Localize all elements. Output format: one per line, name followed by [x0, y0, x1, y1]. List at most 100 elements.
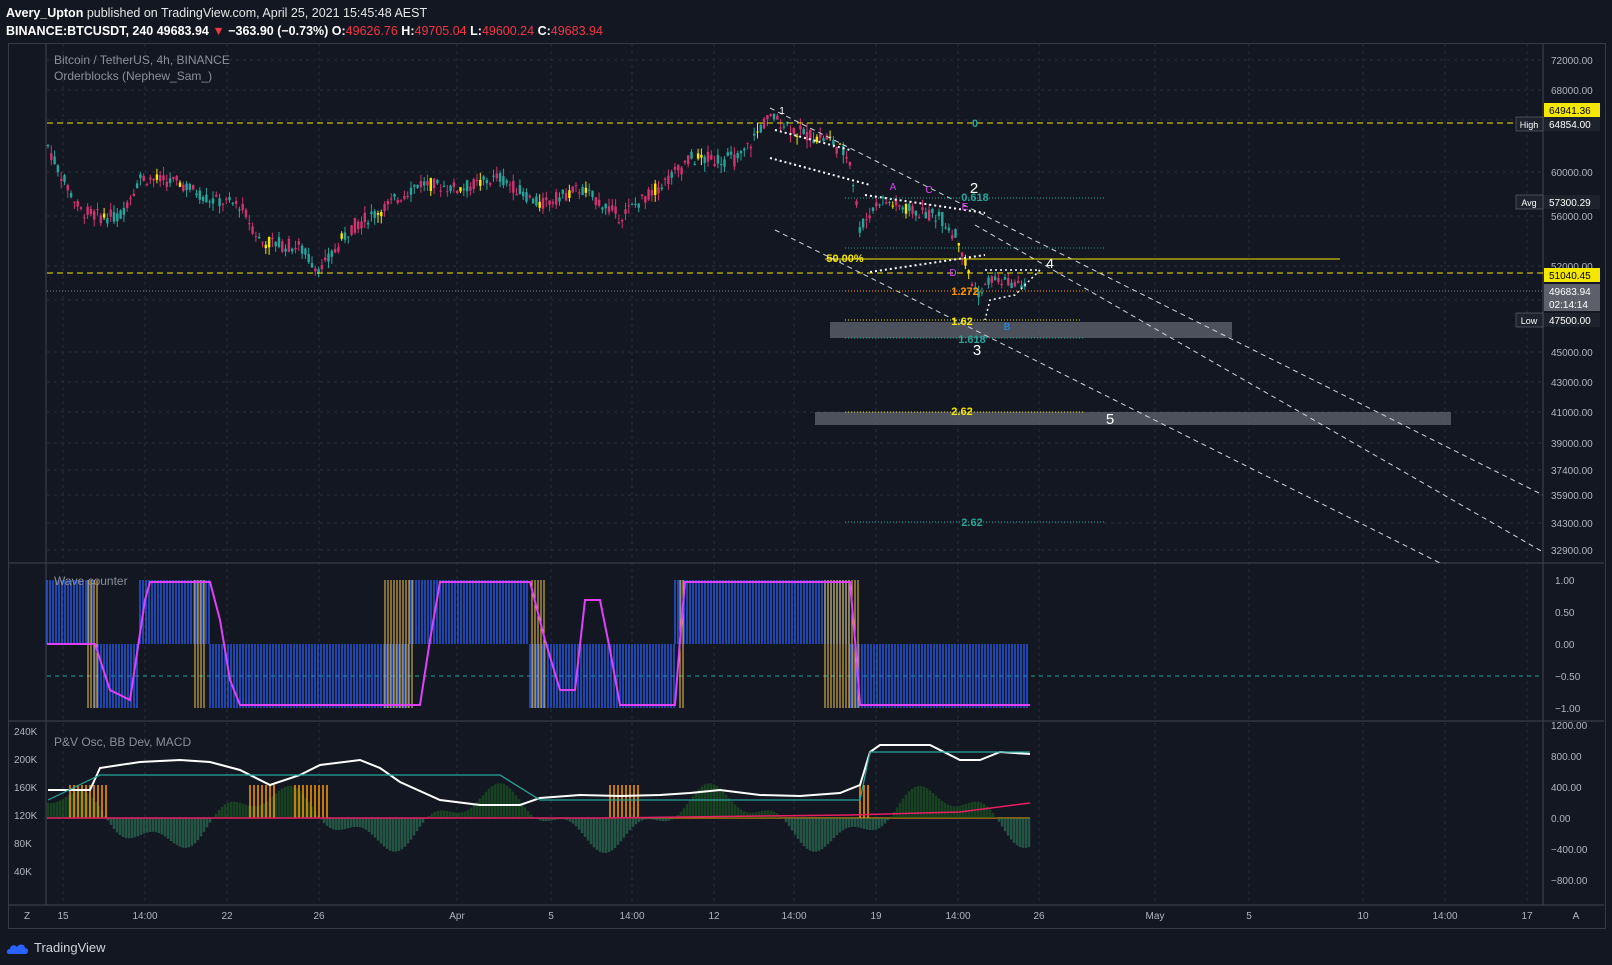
time-tick-label: 15 — [57, 911, 69, 922]
candle-body — [337, 247, 340, 252]
candle-body — [762, 118, 766, 129]
candle-body — [891, 205, 894, 207]
candle-body — [749, 146, 753, 149]
fib-label: 1.62 — [951, 316, 972, 328]
candle-body — [680, 167, 683, 175]
candle-body — [838, 143, 842, 145]
candle-body — [561, 189, 564, 194]
candle-body — [99, 215, 102, 224]
candle-body — [624, 209, 627, 214]
price-tag-value: 49683.94 — [1549, 287, 1591, 298]
candle-body — [465, 180, 469, 192]
wave-label: 5 — [1106, 411, 1114, 428]
main-legend-title[interactable]: Bitcoin / TetherUS, 4h, BINANCE — [54, 53, 230, 67]
candle-body — [376, 213, 380, 215]
candle-body — [475, 179, 479, 181]
candle-body — [409, 187, 413, 195]
candle-body — [522, 191, 525, 197]
price-tick-label: 56000.00 — [1551, 212, 1593, 223]
oscillator-legend[interactable]: P&V Osc, BB Dev, MACD — [54, 735, 191, 749]
candle-body — [706, 152, 710, 162]
candle-body — [267, 236, 271, 248]
candle-body — [152, 178, 155, 181]
candle-body — [419, 181, 423, 188]
candle-body — [182, 184, 185, 191]
time-tick-label: 26 — [313, 911, 325, 922]
candle-body — [307, 253, 310, 263]
main-legend-indicator[interactable]: Orderblocks (Nephew_Sam_) — [54, 69, 230, 83]
candle-body — [878, 204, 881, 206]
candle-body — [795, 135, 799, 137]
candle-body — [238, 209, 241, 211]
candle-body — [429, 178, 432, 192]
candle-body — [343, 232, 347, 240]
candle-body — [505, 180, 508, 184]
channel-line — [974, 224, 1544, 553]
candle-body — [736, 152, 739, 159]
candle-body — [76, 201, 79, 207]
candle-body — [274, 241, 277, 247]
price-tick-label: 45000.00 — [1551, 348, 1593, 359]
candle-body — [1010, 282, 1013, 289]
candle-body — [515, 193, 518, 196]
fib-label: 2.62 — [961, 517, 982, 529]
candle-body — [492, 175, 495, 177]
candle-body — [960, 252, 964, 257]
candle-body — [667, 175, 670, 184]
price-tick-label: 37400.00 — [1551, 466, 1593, 477]
candle-body — [350, 225, 353, 235]
candle-body — [241, 203, 244, 211]
candle-body — [710, 154, 713, 160]
candle-body — [700, 154, 703, 158]
candle-body — [416, 184, 419, 188]
candle-body — [330, 250, 333, 257]
candle-body — [756, 131, 759, 133]
candle-body — [122, 208, 126, 215]
candle-body — [60, 179, 63, 181]
candle-body — [921, 207, 924, 211]
candle-body — [657, 187, 660, 194]
time-tick-label: 14:00 — [945, 911, 970, 922]
price-tick-label: 43000.00 — [1551, 378, 1593, 389]
candle-body — [538, 201, 541, 208]
candle-body — [251, 226, 254, 234]
candle-body — [802, 128, 805, 135]
triangle-pattern — [984, 269, 1042, 321]
fib-label: 50.00% — [826, 253, 864, 265]
candle-body — [155, 174, 159, 180]
candle-body — [696, 153, 700, 159]
osc-left-tick: 160K — [14, 783, 38, 794]
candle-body — [578, 192, 581, 194]
candle-body — [360, 221, 363, 229]
candle-body — [997, 277, 1000, 283]
wedge-line — [774, 129, 851, 151]
candle-body — [759, 125, 762, 133]
time-tick-label: 17 — [1521, 911, 1533, 922]
candle-body — [885, 202, 888, 204]
candle-body — [611, 205, 614, 211]
candle-body — [683, 160, 687, 163]
candle-body — [485, 180, 489, 184]
candle-body — [987, 277, 990, 285]
candle-body — [482, 176, 485, 180]
candle-body — [106, 218, 109, 224]
candle-body — [126, 202, 129, 209]
time-tick-label: 5 — [548, 911, 554, 922]
candle-body — [531, 198, 535, 204]
candle-body — [86, 206, 89, 215]
wave-counter-legend[interactable]: Wave counter — [54, 574, 128, 588]
wave-bars-group — [46, 580, 1028, 708]
orderblock-zone — [815, 412, 1451, 425]
candle-body — [83, 217, 86, 219]
candle-body — [297, 241, 300, 245]
tradingview-logo[interactable]: TradingView — [6, 940, 106, 955]
candle-body — [508, 184, 512, 186]
candle-body — [597, 199, 601, 206]
candle-body — [129, 197, 132, 200]
candle-body — [63, 175, 66, 182]
candle-body — [650, 190, 654, 196]
candle-body — [201, 196, 205, 201]
time-tick-label: 10 — [1357, 911, 1369, 922]
candle-body — [980, 292, 984, 294]
chart-canvas[interactable]: 72000.0068000.0064000.0060000.0056000.00… — [0, 0, 1612, 965]
